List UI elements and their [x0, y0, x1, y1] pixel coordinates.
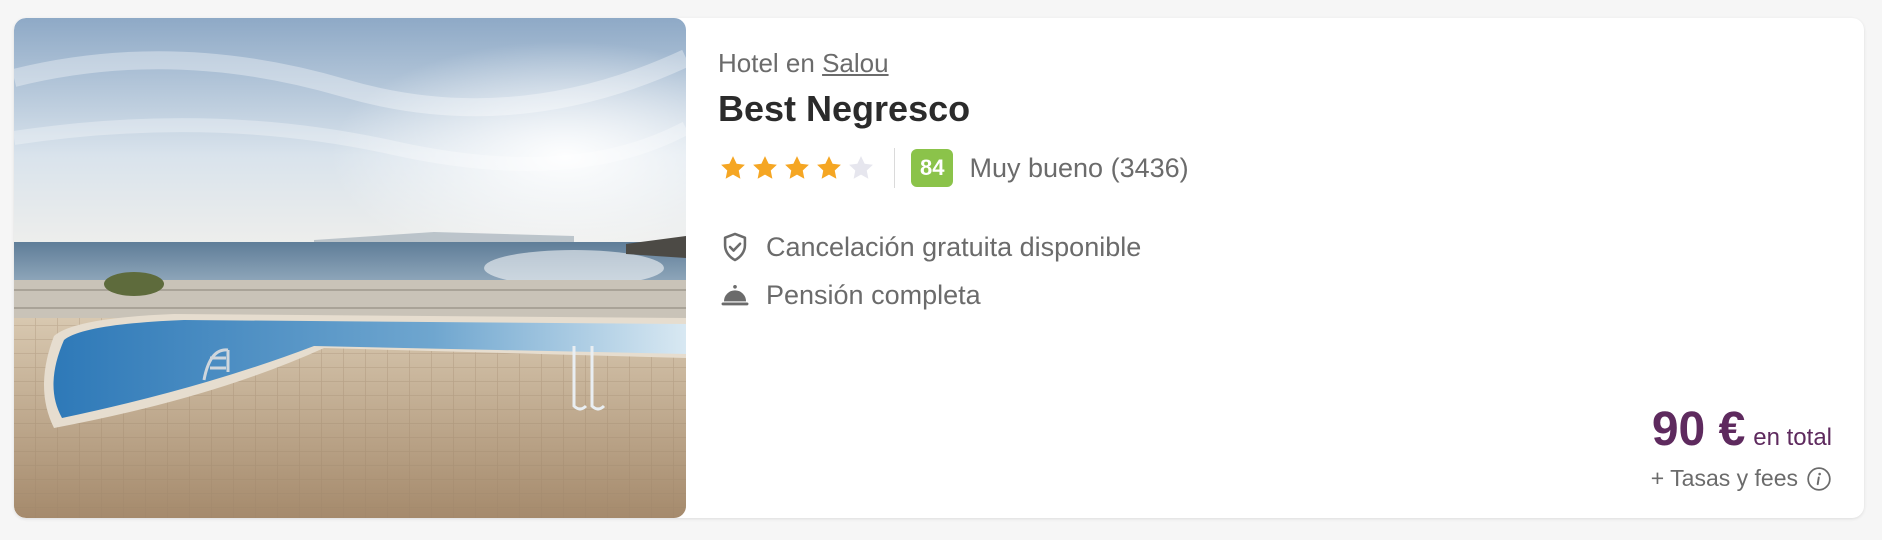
score-text[interactable]: Muy bueno (3436) [969, 153, 1188, 184]
price-line: 90 € en total [1651, 402, 1832, 457]
taxes-label: + Tasas y fees [1650, 465, 1798, 491]
rating-row: 84 Muy bueno (3436) [718, 138, 1189, 198]
feature-label: Cancelación gratuita disponible [766, 231, 1142, 262]
rating-divider [894, 148, 895, 188]
hotel-location: Hotel en Salou [718, 48, 889, 79]
location-link[interactable]: Salou [822, 48, 889, 78]
hotel-info: Hotel en Salou Best Negresco 84 Muy buen… [718, 18, 1864, 518]
star-rating [718, 153, 876, 183]
price-block: 90 € en total + Tasas y fees [1651, 402, 1832, 492]
hotel-card[interactable]: Hotel en Salou Best Negresco 84 Muy buen… [14, 18, 1864, 518]
star-icon [753, 156, 777, 179]
hotel-photo-pool-scene [14, 18, 686, 518]
feature-full-board: Pensión completa [718, 271, 1141, 319]
hotel-name[interactable]: Best Negresco [718, 88, 970, 130]
features-list: Cancelación gratuita disponible Pensión … [718, 223, 1141, 319]
hotel-type-label: Hotel en [718, 48, 815, 78]
score-badge: 84 [911, 149, 954, 187]
star-icon [817, 156, 841, 179]
star-icon [785, 156, 809, 179]
shield-check-icon [723, 232, 747, 262]
feature-free-cancellation: Cancelación gratuita disponible [718, 223, 1141, 271]
feature-label: Pensión completa [766, 279, 981, 310]
star-icon [721, 156, 745, 179]
cloche-icon [721, 284, 749, 306]
hotel-photo[interactable] [14, 18, 686, 518]
price-amount: 90 € [1651, 403, 1746, 456]
info-icon[interactable] [1806, 466, 1832, 492]
price-suffix: en total [1753, 424, 1832, 451]
star-empty-icon [849, 156, 873, 179]
taxes-note: + Tasas y fees [1651, 465, 1832, 492]
